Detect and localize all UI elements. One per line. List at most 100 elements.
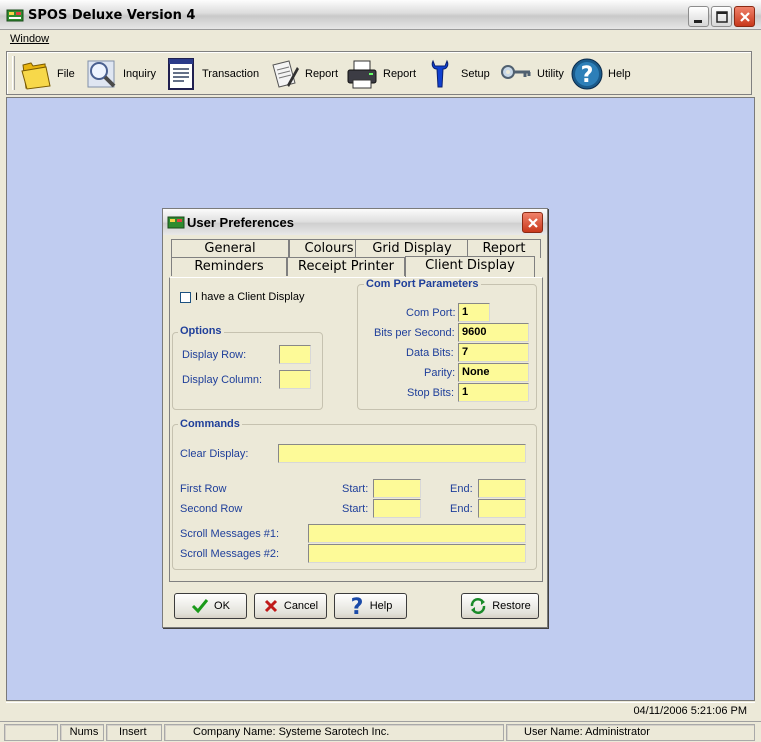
display-row-label: Display Row: [182,349,247,361]
report-pen-icon [272,60,299,88]
toolbar-report-label: Report [305,68,339,80]
user-preferences-dialog: User Preferences General Colours Grid Di… [162,208,548,628]
close-icon [740,12,750,22]
ok-button[interactable]: OK [174,593,247,619]
checkmark-icon [191,599,209,614]
close-icon [528,218,538,228]
bits-per-second-label: Bits per Second: [374,327,455,339]
bits-per-second-field[interactable]: 9600 [458,323,529,342]
toolbar-setup-label: Setup [461,68,490,80]
toolbar-help-label: Help [608,68,631,80]
first-row-end-field[interactable] [478,479,526,498]
client-display-checkbox[interactable] [180,292,191,303]
svg-text:?: ? [581,63,594,88]
cancel-button[interactable]: Cancel [254,593,327,619]
datetime-strip: 04/11/2006 5:21:06 PM [6,702,755,720]
data-bits-label: Data Bits: [406,347,454,359]
menu-window[interactable]: Window [10,33,49,45]
com-port-group-title: Com Port Parameters [364,278,481,290]
toolbar-inquiry-button[interactable]: Inquiry [85,56,156,92]
tab-reminders[interactable]: Reminders [171,257,287,276]
toolbar-setup-button[interactable]: Setup [423,56,490,92]
dialog-close-button[interactable] [522,212,543,233]
toolbar-print-report-button[interactable]: Report [345,56,416,92]
datetime-display: 04/11/2006 5:21:06 PM [633,705,747,717]
restore-button-label: Restore [492,600,531,612]
scroll-messages-2-label: Scroll Messages #2: [180,548,280,560]
toolbar-grip[interactable] [12,56,15,90]
app-title: SPOS Deluxe Version 4 [28,8,196,23]
status-nums: Nums [60,724,104,741]
display-column-field[interactable] [279,370,311,389]
svg-text:?: ? [350,595,363,617]
client-display-checkbox-label: I have a Client Display [195,291,305,303]
keys-icon [501,65,531,79]
stop-bits-label: Stop Bits: [407,387,455,399]
dialog-title: User Preferences [187,215,294,230]
com-port-field[interactable]: 1 [458,303,490,322]
parity-label: Parity: [424,367,456,379]
main-titlebar: SPOS Deluxe Version 4 [0,0,761,30]
stop-bits-field[interactable]: 1 [458,383,529,402]
tab-client-display[interactable]: Client Display [405,256,535,277]
minimize-button[interactable] [688,6,709,27]
maximize-button[interactable] [711,6,732,27]
dialog-titlebar[interactable]: User Preferences [163,209,547,235]
restore-button[interactable]: Restore [461,593,539,619]
display-column-label: Display Column: [182,374,263,386]
toolbar-transaction-label: Transaction [202,68,260,80]
first-row-label: First Row [180,483,227,495]
status-bar: Nums Insert Company Name: Systeme Sarote… [0,721,761,742]
scroll-messages-1-label: Scroll Messages #1: [180,528,280,540]
commands-group-title: Commands [178,418,242,430]
client-display-panel: I have a Client Display Options Display … [169,277,543,582]
clear-display-label: Clear Display: [180,448,249,460]
toolbar-transaction-button[interactable]: Transaction [164,56,259,92]
form-icon [168,58,194,90]
tab-general[interactable]: General [171,239,289,258]
data-bits-field[interactable]: 7 [458,343,529,362]
cancel-button-label: Cancel [283,600,319,612]
app-icon [6,9,24,22]
minimize-icon [694,20,702,23]
wrench-icon [431,59,449,88]
second-row-end-label: End: [450,503,473,515]
toolbar-utility-label: Utility [537,68,564,80]
scroll-messages-2-field[interactable] [308,544,526,563]
toolbar-help-button[interactable]: ? Help [570,56,631,92]
toolbar-print-report-label: Report [383,68,417,80]
clear-display-field[interactable] [278,444,526,463]
magnifier-icon [87,60,116,88]
folder-icon [21,62,51,90]
refresh-icon [470,598,486,614]
first-row-start-field[interactable] [373,479,421,498]
toolbar-inquiry-label: Inquiry [123,68,157,80]
question-mark-icon: ? [350,595,363,617]
maximize-icon [716,11,728,23]
help-button[interactable]: ? Help [334,593,407,619]
second-row-start-field[interactable] [373,499,421,518]
status-pane-empty [4,724,58,741]
status-user: User Name: Administrator [506,724,755,741]
second-row-label: Second Row [180,503,243,515]
dialog-app-icon [167,216,185,229]
close-button[interactable] [734,6,755,27]
display-row-field[interactable] [279,345,311,364]
com-port-label: Com Port: [406,307,456,319]
toolbar-file-label: File [57,68,75,80]
options-group-title: Options [178,325,224,337]
scroll-messages-1-field[interactable] [308,524,526,543]
first-row-end-label: End: [450,483,473,495]
toolbar-utility-button[interactable]: Utility [499,56,564,92]
toolbar-file-button[interactable]: File [19,56,75,92]
first-row-start-label: Start: [342,483,369,495]
second-row-start-label: Start: [342,503,369,515]
x-icon [264,599,277,613]
main-toolbar: File Inquiry Transaction Report Report S… [6,51,752,95]
second-row-end-field[interactable] [478,499,526,518]
tab-receipt-printer[interactable]: Receipt Printer [287,257,405,276]
printer-icon [347,60,377,89]
help-icon: ? [571,58,603,90]
toolbar-report-button[interactable]: Report [267,56,338,92]
parity-field[interactable]: None [458,363,529,382]
